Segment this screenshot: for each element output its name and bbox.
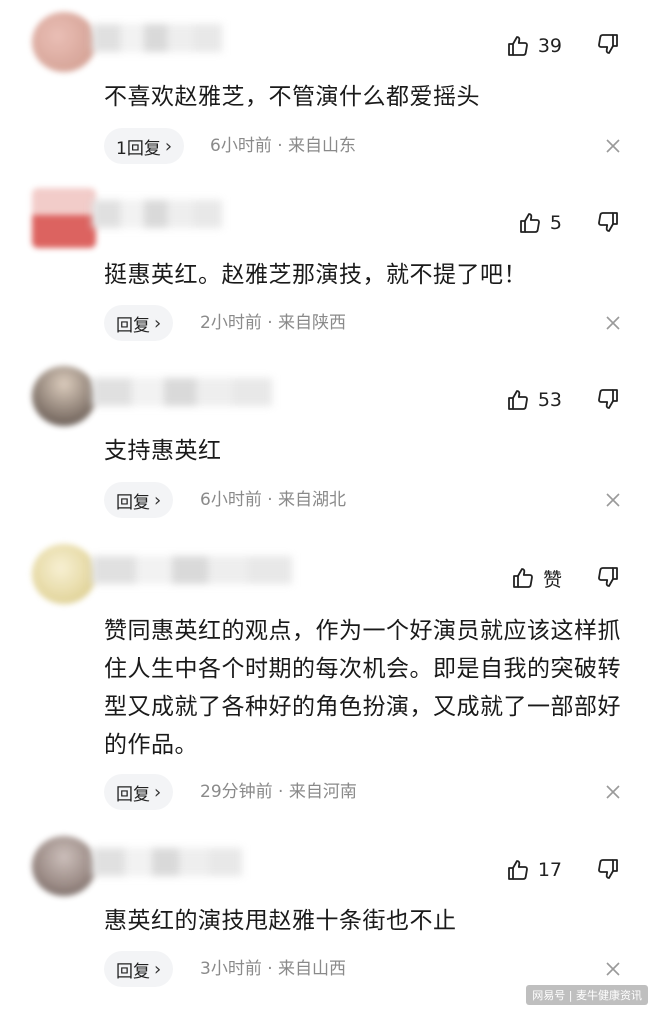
username-blurred[interactable] [92,556,292,584]
avatar[interactable] [32,366,96,426]
thumbs-up-icon [511,566,535,590]
comment-text: 赞同惠英红的观点，作为一个好演员就应该这样抓住人生中各个时期的每次机会。即是自我… [104,618,621,758]
like-button[interactable]: 53 [506,382,562,418]
reply-label: 回复 [116,492,150,513]
comment-text: 支持惠英红 [104,438,222,464]
username-blurred[interactable] [92,848,242,876]
reply-button[interactable]: 回复 › [104,774,174,810]
chevron-right-icon: › [154,958,162,980]
like-count: 赞 [542,568,562,591]
like-count: 53 [537,389,562,411]
comment-text: 挺惠英红。赵雅芝那演技，就不提了吧！ [104,262,527,288]
reply-label: 1回复 [116,138,161,159]
like-button[interactable]: 17 [506,852,562,888]
like-count: 5 [549,212,562,234]
thumbs-down-icon[interactable] [596,32,624,62]
like-button[interactable]: 赞 [511,560,562,596]
like-count: 39 [537,35,562,57]
comment-text: 惠英红的演技甩赵雅十条街也不止 [104,908,457,934]
avatar[interactable] [32,544,96,604]
avatar[interactable] [32,836,96,896]
reply-button[interactable]: 1回复 › [104,128,185,164]
chevron-right-icon: › [164,135,173,157]
like-button[interactable]: 5 [518,205,562,241]
close-icon[interactable] [604,491,622,509]
like-button[interactable]: 39 [506,28,562,64]
reply-label: 回复 [116,961,150,982]
close-icon[interactable] [604,314,622,332]
comment-meta: 6小时前 · 来自湖北 [200,490,347,510]
avatar[interactable] [32,188,96,248]
watermark: 网易号 | 麦牛健康资讯 [526,985,648,1005]
reply-button[interactable]: 回复 › [104,482,174,518]
reply-label: 回复 [116,315,150,336]
avatar[interactable] [32,12,96,72]
close-icon[interactable] [604,960,622,978]
comment-item: 赞 赞同惠英红的观点，作为一个好演员就应该这样抓住人生中各个时期的每次机会。即是… [0,544,660,829]
close-icon[interactable] [604,783,622,801]
comment-item: 39 不喜欢赵雅芝，不管演什么都爱摇头 1回复 › 6小时前 · 来自山东 [0,12,660,177]
thumbs-down-icon[interactable] [596,857,624,887]
reply-label: 回复 [116,784,150,805]
comment-meta: 29分钟前 · 来自河南 [200,782,357,802]
comment-item: 53 支持惠英红 回复 › 6小时前 · 来自湖北 [0,366,660,531]
comment-meta: 6小时前 · 来自山东 [210,136,357,156]
thumbs-up-icon [506,388,530,412]
chevron-right-icon: › [154,312,162,334]
thumbs-up-icon [518,211,542,235]
chevron-right-icon: › [154,489,162,511]
reply-button[interactable]: 回复 › [104,951,174,987]
thumbs-up-icon [506,34,530,58]
username-blurred[interactable] [92,200,222,228]
comment-item: 17 惠英红的演技甩赵雅十条街也不止 回复 › 3小时前 · 来自山西 [0,836,660,1006]
username-blurred[interactable] [92,378,272,406]
close-icon[interactable] [604,137,622,155]
comment-item: 5 挺惠英红。赵雅芝那演技，就不提了吧！ 回复 › 2小时前 · 来自陕西 [0,188,660,353]
comment-meta: 3小时前 · 来自山西 [200,959,347,979]
username-blurred[interactable] [92,24,222,52]
thumbs-up-icon [506,858,530,882]
reply-button[interactable]: 回复 › [104,305,174,341]
thumbs-down-icon[interactable] [596,565,624,595]
like-count: 17 [537,859,562,881]
chevron-right-icon: › [154,781,162,803]
thumbs-down-icon[interactable] [596,387,624,417]
comment-text: 不喜欢赵雅芝，不管演什么都爱摇头 [104,84,480,110]
comment-meta: 2小时前 · 来自陕西 [200,313,347,333]
thumbs-down-icon[interactable] [596,210,624,240]
